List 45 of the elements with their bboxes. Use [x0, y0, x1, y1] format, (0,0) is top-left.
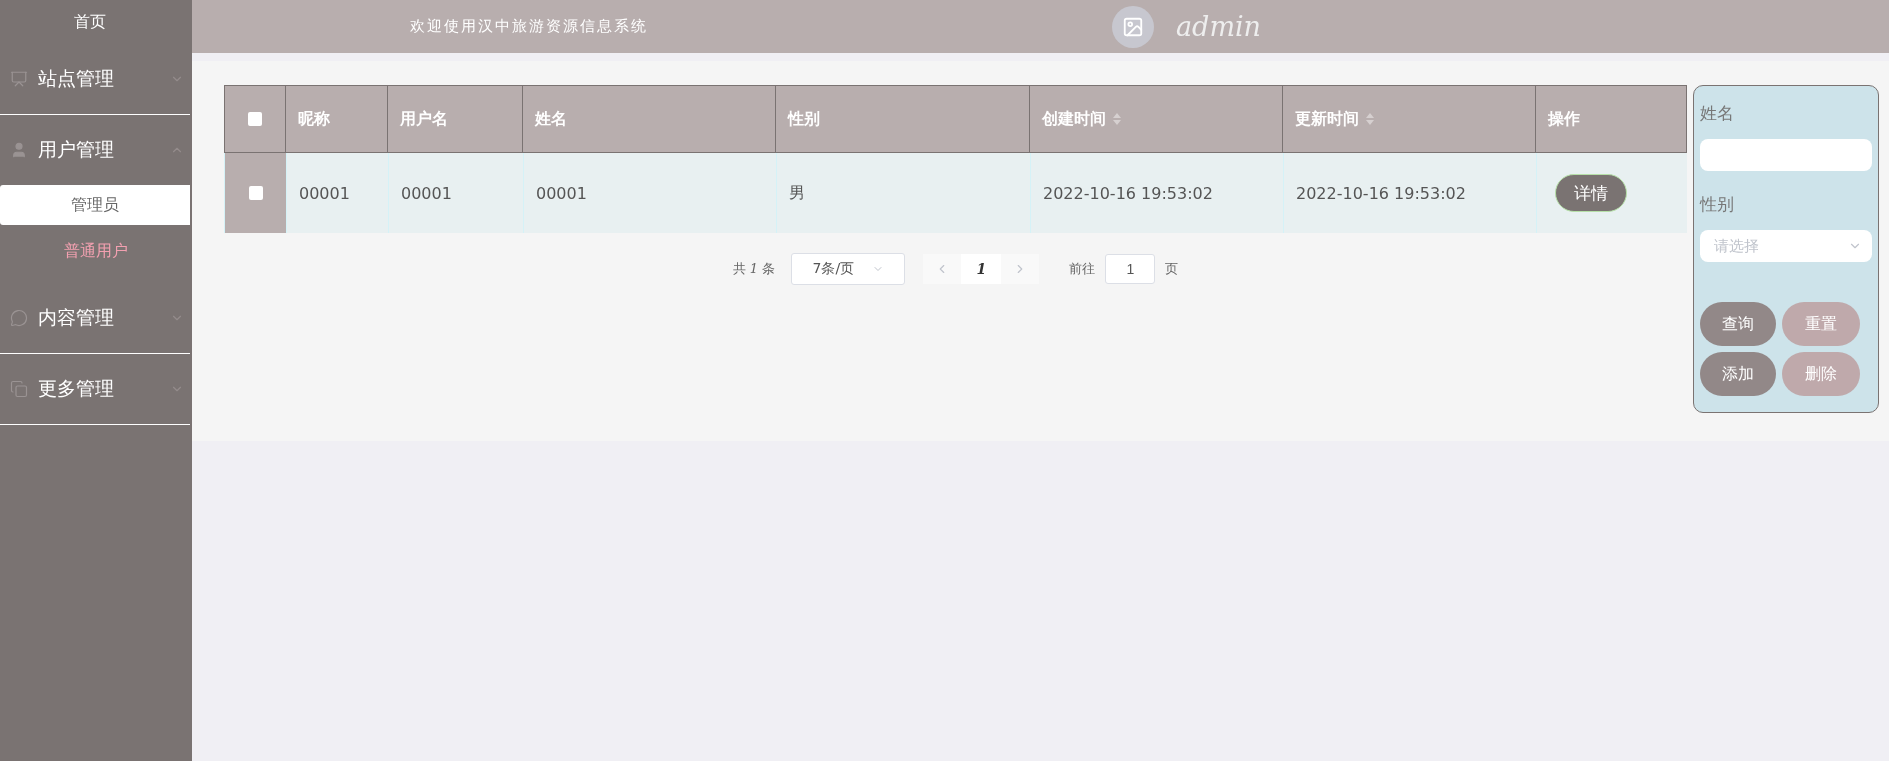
checkbox[interactable]: [248, 112, 262, 126]
username: admin: [1176, 11, 1261, 42]
field-label: 姓名: [1700, 102, 1735, 125]
input-field[interactable]: [1700, 139, 1872, 171]
next-page-button[interactable]: [1001, 254, 1040, 284]
detail-button[interactable]: 详情: [1555, 174, 1627, 212]
column-title: 性别: [788, 108, 820, 130]
table-cell: 2022-10-16 19:53:02: [1283, 153, 1536, 233]
sort-icon[interactable]: [1365, 112, 1375, 126]
prev-page-button[interactable]: [923, 254, 962, 284]
action-button[interactable]: 查询: [1700, 302, 1776, 346]
welcome-title: 欢迎使用汉中旅游资源信息系统: [410, 17, 649, 36]
home-menu-item[interactable]: 首页: [0, 0, 192, 44]
sort-icon[interactable]: [1112, 112, 1122, 126]
menu-group[interactable]: 更多管理: [0, 354, 192, 424]
image-icon: [1122, 15, 1144, 38]
menu-group[interactable]: 站点管理: [0, 44, 192, 114]
submenu-item[interactable]: 普通用户: [0, 231, 192, 271]
total-count: 共 1 条: [732, 260, 776, 278]
page-size-select[interactable]: 7条/页: [791, 253, 906, 285]
column-title: 操作: [1548, 108, 1580, 130]
user-icon: [10, 141, 28, 159]
copy-icon: [10, 380, 28, 398]
chat-icon: [10, 309, 28, 327]
menu-group[interactable]: 用户管理: [0, 115, 192, 185]
easel-icon: [10, 70, 28, 88]
column-title: 更新时间: [1295, 108, 1359, 130]
column-title: 姓名: [535, 108, 567, 130]
table-cell: 00001: [286, 153, 388, 233]
column-title: 用户名: [400, 108, 448, 130]
page-suffix: 页: [1165, 260, 1179, 278]
table-cell: 00001: [388, 153, 523, 233]
menu-group[interactable]: 内容管理: [0, 283, 192, 353]
checkbox[interactable]: [248, 186, 263, 200]
table-cell: 00001: [523, 153, 776, 233]
goto-label: 前往: [1069, 260, 1096, 278]
column-title: 昵称: [298, 108, 330, 130]
table-cell: 男: [776, 153, 1030, 233]
page-number[interactable]: 1: [961, 254, 1002, 284]
submenu-item[interactable]: 管理员: [0, 185, 190, 225]
action-button[interactable]: 添加: [1700, 352, 1776, 396]
column-title: 创建时间: [1042, 108, 1106, 130]
field-label: 性别: [1700, 193, 1735, 216]
table-cell: 2022-10-16 19:53:02: [1030, 153, 1283, 233]
goto-page-input[interactable]: 1: [1105, 254, 1156, 284]
